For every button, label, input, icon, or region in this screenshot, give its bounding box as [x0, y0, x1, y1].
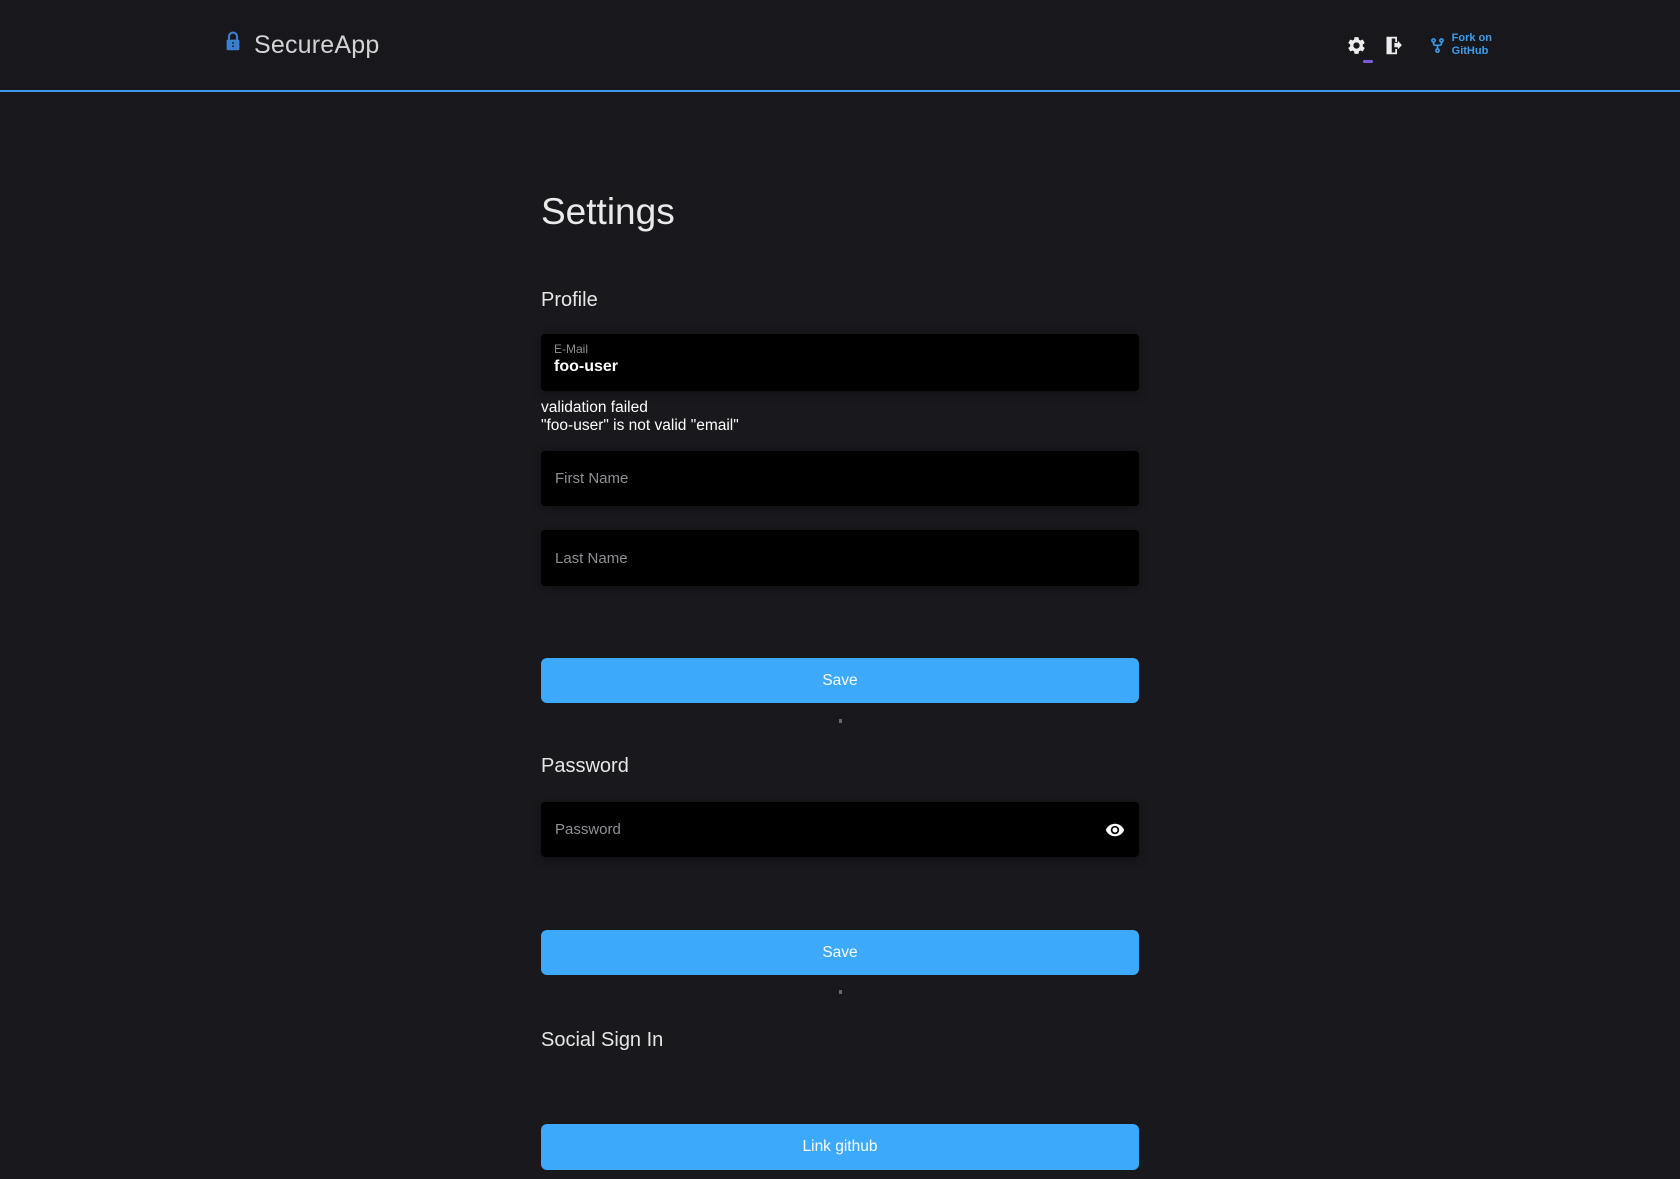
tiny-dot-indicator: [839, 990, 842, 994]
eye-icon: [1105, 820, 1125, 840]
profile-save-button[interactable]: Save: [541, 658, 1139, 703]
email-input[interactable]: [554, 356, 1126, 376]
gear-active-indicator: [1363, 60, 1373, 63]
social-section-heading: Social Sign In: [541, 1027, 1139, 1053]
git-fork-icon: [1429, 37, 1446, 54]
app-title: SecureApp: [254, 31, 380, 60]
last-name-input[interactable]: [541, 530, 1139, 586]
brand: SecureApp: [222, 31, 380, 60]
first-name-input[interactable]: [541, 451, 1139, 506]
app-header: SecureApp: [0, 0, 1680, 92]
settings-gear-button[interactable]: [1346, 35, 1367, 56]
validation-message: validation failed "foo-user" is not vali…: [541, 399, 1139, 434]
validation-line-1: validation failed: [541, 399, 1139, 417]
fork-link-label: Fork on GitHub: [1452, 32, 1492, 58]
validation-line-2: "foo-user" is not valid "email": [541, 417, 1139, 435]
tiny-dot-indicator: [839, 719, 842, 723]
fork-on-github-link[interactable]: Fork on GitHub: [1429, 32, 1492, 58]
password-field: [541, 802, 1139, 857]
link-github-button[interactable]: Link github: [541, 1124, 1139, 1170]
password-save-button[interactable]: Save: [541, 930, 1139, 975]
gear-icon: [1346, 35, 1367, 56]
settings-page: Settings Profile E-Mail validation faile…: [541, 190, 1139, 1170]
profile-section-heading: Profile: [541, 287, 1139, 313]
email-field-label: E-Mail: [554, 342, 1126, 356]
email-field[interactable]: E-Mail: [541, 334, 1139, 391]
logout-door-icon: [1383, 35, 1404, 56]
lock-icon: [222, 29, 244, 54]
logout-button[interactable]: [1383, 35, 1404, 56]
password-input[interactable]: [541, 802, 1139, 857]
toggle-password-visibility-button[interactable]: [1105, 820, 1125, 840]
password-section-heading: Password: [541, 753, 1139, 779]
header-actions: Fork on GitHub: [1346, 32, 1492, 58]
page-title: Settings: [541, 190, 1139, 234]
